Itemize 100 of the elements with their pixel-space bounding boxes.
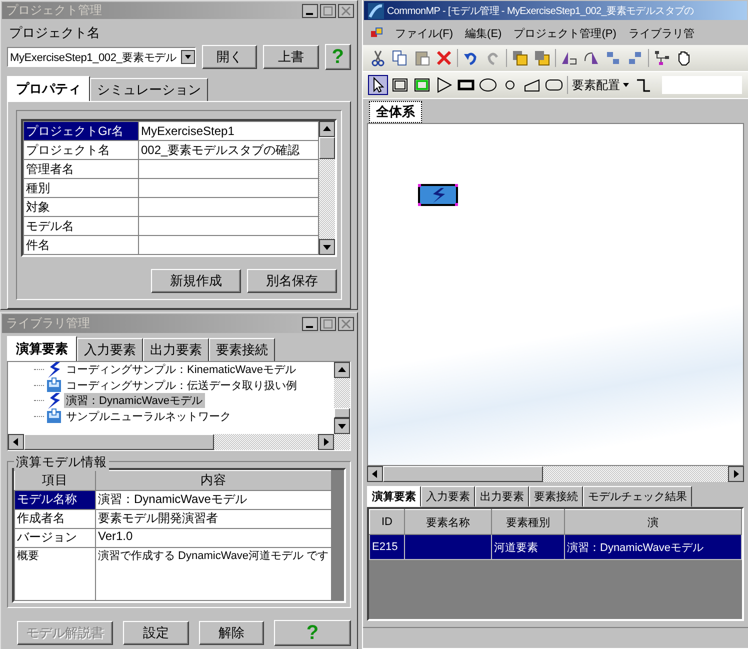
square-icon[interactable]: [413, 76, 431, 94]
table-cell[interactable]: 演習：DynamicWaveモデル: [564, 534, 742, 560]
window-title: ライブラリ管理: [6, 315, 91, 332]
info-value: 演習で作成する DynamicWave河道モデル です: [96, 548, 332, 600]
info-name: モデル名称: [14, 490, 96, 510]
column-header: 要素種別: [492, 510, 564, 534]
cut-icon[interactable]: [369, 49, 387, 67]
caret-icon: [622, 81, 630, 89]
tab[interactable]: 入力要素: [77, 338, 143, 361]
lightning-icon: [46, 392, 62, 409]
property-name[interactable]: 管理者名: [24, 160, 138, 178]
tree-item[interactable]: サンプルニューラルネットワーク: [64, 408, 233, 424]
tree-item[interactable]: 演習：DynamicWaveモデル: [64, 393, 204, 408]
tab[interactable]: シミュレーション: [90, 78, 208, 101]
info-name: 概要: [14, 548, 96, 600]
scroll-left-button[interactable]: [8, 434, 24, 450]
tab[interactable]: プロパティ: [7, 76, 90, 101]
table-cell[interactable]: E215: [370, 534, 404, 560]
menu-item[interactable]: ライブラリ管: [628, 26, 694, 40]
scrollbar-thumb[interactable]: [383, 466, 543, 482]
table-cell[interactable]: [404, 534, 492, 560]
tab[interactable]: 全体系: [369, 101, 422, 123]
property-name[interactable]: 対象: [24, 198, 138, 216]
menu-item[interactable]: 編集(E): [465, 26, 502, 40]
property-name[interactable]: モデル名: [24, 216, 138, 236]
lightning-icon: [46, 362, 62, 378]
horizontal-scrollbar[interactable]: [367, 466, 744, 482]
tab[interactable]: 要素接続: [209, 338, 275, 361]
network-icon[interactable]: [653, 49, 671, 67]
close-button[interactable]: [338, 4, 354, 18]
column-header: 項目: [14, 470, 96, 490]
tab[interactable]: 演算要素: [7, 336, 77, 361]
frame-icon[interactable]: [391, 76, 409, 94]
column-header: 内容: [96, 470, 332, 490]
menu-item[interactable]: ファイル(F): [395, 26, 454, 40]
info-value: 演習：DynamicWaveモデル: [96, 490, 332, 510]
scroll-up-button[interactable]: [334, 362, 350, 378]
action-button[interactable]: 設定: [123, 621, 189, 645]
bring-front-icon[interactable]: [511, 49, 529, 67]
scroll-up-button[interactable]: [319, 121, 335, 137]
property-value[interactable]: MyExerciseStep1: [138, 122, 318, 140]
property-name[interactable]: プロジェクト名: [24, 140, 138, 160]
triangle-icon[interactable]: [435, 76, 453, 94]
info-name: バージョン: [14, 528, 96, 548]
menu-item[interactable]: プロジェクト管理(P): [514, 26, 616, 40]
property-name[interactable]: 種別: [24, 178, 138, 198]
send-back-icon[interactable]: [533, 49, 551, 67]
tab[interactable]: 演算要素: [367, 486, 421, 507]
delete-icon[interactable]: [435, 49, 453, 67]
maximize-button[interactable]: [320, 316, 336, 330]
action-button[interactable]: 新規作成: [151, 269, 241, 293]
vertical-scrollbar[interactable]: [319, 121, 335, 255]
column-header: 演: [564, 510, 742, 534]
app-icon: [368, 2, 384, 18]
tab[interactable]: 出力要素: [143, 338, 209, 361]
column-header: ID: [370, 510, 404, 534]
scrollbar-thumb[interactable]: [319, 137, 335, 159]
column-header: 要素名称: [404, 510, 492, 534]
window-title: CommonMP - [モデル管理 - MyExerciseStep1_002_要素モデルスタブの: [387, 4, 695, 18]
horizontal-scrollbar[interactable]: [8, 434, 350, 450]
pointer-icon[interactable]: [369, 76, 387, 94]
window-title: プロジェクト管理: [6, 2, 103, 19]
property-value[interactable]: [138, 236, 318, 254]
scroll-left-button[interactable]: [367, 466, 383, 482]
scroll-right-button[interactable]: [318, 434, 334, 450]
ellipse-icon[interactable]: [479, 76, 497, 94]
tray-icon: [46, 377, 62, 394]
project-dropdown[interactable]: MyExerciseStep1_002_要素モデル: [7, 47, 196, 67]
action-button[interactable]: 別名保存: [247, 269, 337, 293]
info-value: Ver1.0: [96, 528, 332, 548]
property-value[interactable]: [138, 198, 318, 216]
text-field[interactable]: [662, 76, 742, 94]
scrollbar-thumb[interactable]: [24, 434, 214, 450]
tree-item[interactable]: コーディングサンプル：伝送データ取り扱い例: [64, 378, 299, 393]
vertical-scrollbar[interactable]: [334, 362, 350, 434]
close-button[interactable]: [338, 316, 354, 330]
table-cell[interactable]: 河道要素: [492, 534, 564, 560]
minimize-button[interactable]: [302, 316, 318, 330]
document-icon: [371, 27, 383, 39]
tree-item[interactable]: コーディングサンプル：KinematicWaveモデル: [64, 362, 298, 378]
scroll-down-button[interactable]: [319, 239, 335, 255]
property-value[interactable]: [138, 178, 318, 198]
arrange-dropdown[interactable]: 要素配置: [572, 76, 630, 94]
model-element[interactable]: [418, 184, 458, 206]
maximize-button[interactable]: [320, 4, 336, 18]
group-title: 演算モデル情報: [14, 454, 109, 471]
property-value[interactable]: [138, 160, 318, 178]
scrollbar-thumb[interactable]: [334, 408, 350, 418]
paste-icon[interactable]: [413, 49, 431, 67]
property-name[interactable]: 件名: [24, 236, 138, 254]
scroll-right-button[interactable]: [728, 466, 744, 482]
property-value[interactable]: 002_要素モデルスタブの確認: [138, 140, 318, 160]
action-button[interactable]: 解除: [198, 621, 264, 645]
toolbar-button[interactable]: 開く: [202, 45, 258, 69]
scroll-down-button[interactable]: [334, 418, 350, 434]
property-name[interactable]: プロジェクトGr名: [24, 122, 138, 140]
minimize-button[interactable]: [302, 4, 318, 18]
copy-icon[interactable]: [391, 49, 409, 67]
toolbar-button[interactable]: 上書: [263, 45, 319, 69]
property-value[interactable]: [138, 216, 318, 236]
